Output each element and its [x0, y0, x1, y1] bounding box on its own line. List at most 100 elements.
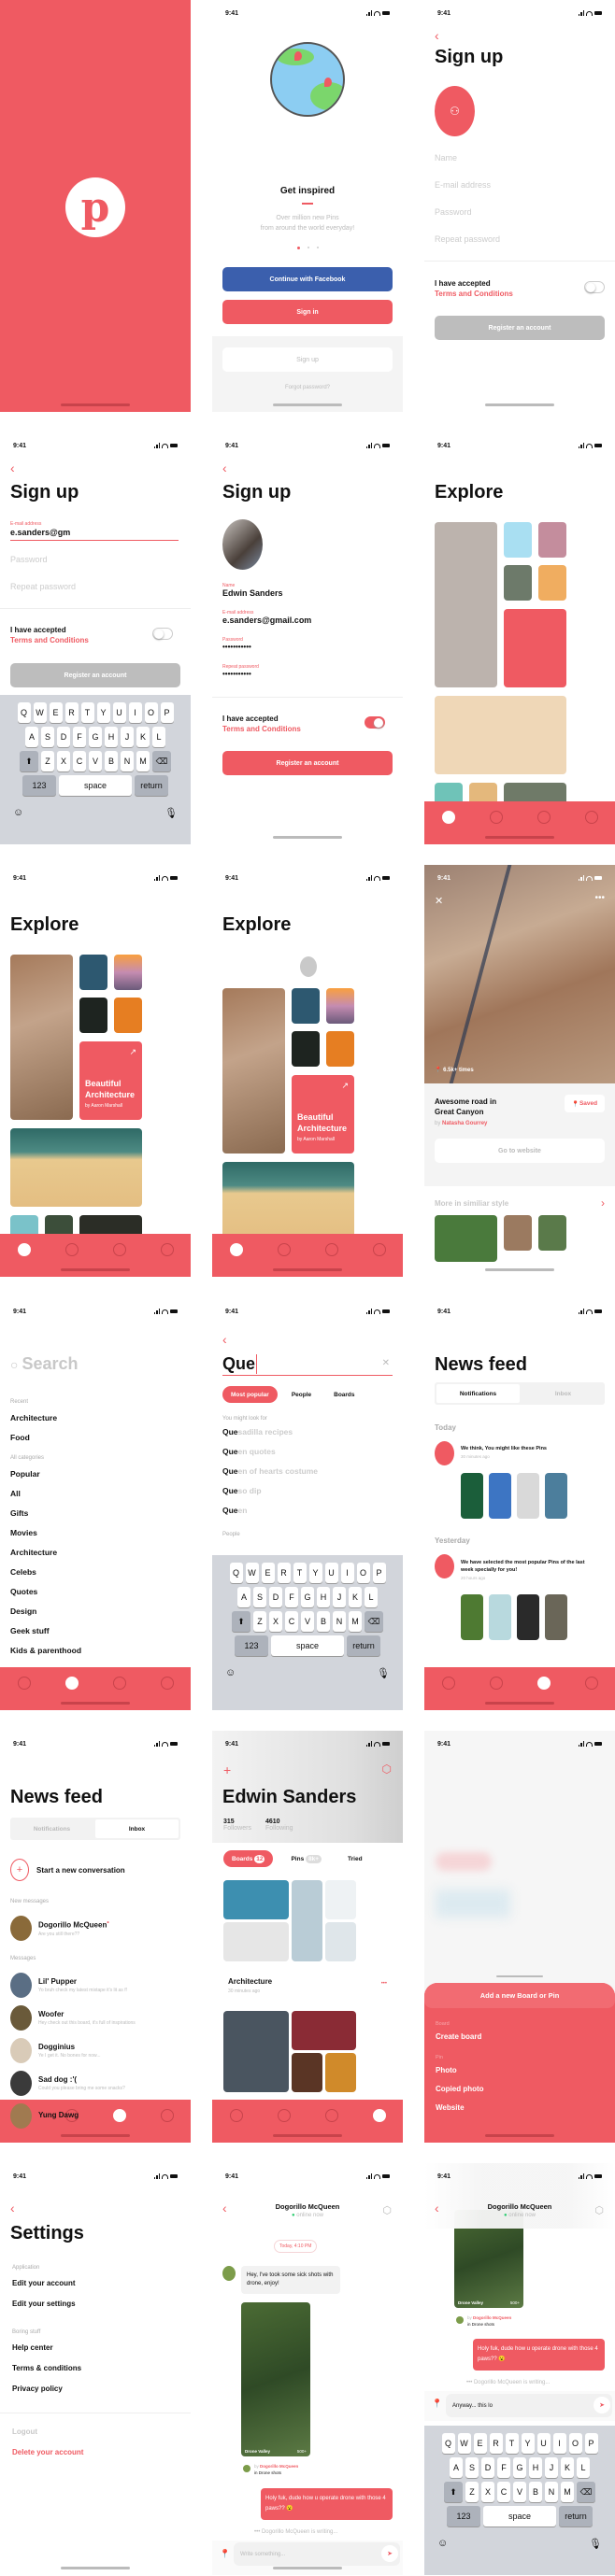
key[interactable]: R	[489, 2433, 503, 2454]
more-options-icon[interactable]: •••	[594, 893, 605, 903]
send-icon[interactable]: ➤	[381, 2545, 398, 2562]
key[interactable]: L	[577, 2457, 590, 2478]
register-button[interactable]: Register an account	[10, 663, 180, 687]
key[interactable]: O	[356, 1563, 370, 1583]
shared-pin[interactable]: Drone Valley 500+	[241, 2302, 310, 2456]
key[interactable]: I	[340, 1563, 354, 1583]
key[interactable]: Y	[308, 1563, 322, 1583]
suggestion-item[interactable]: Quesadilla recipes	[222, 1427, 318, 1437]
key[interactable]: H	[529, 2457, 542, 2478]
key[interactable]: T	[293, 1563, 307, 1583]
new-conversation-button[interactable]: + Start a new conversation	[10, 1859, 125, 1881]
space-key[interactable]: space	[271, 1635, 344, 1656]
key[interactable]: C	[73, 751, 86, 771]
key[interactable]: B	[105, 751, 118, 771]
add-photo-button[interactable]: ⚇	[435, 86, 475, 136]
key[interactable]: X	[269, 1611, 282, 1632]
similar-pin[interactable]	[504, 1215, 532, 1251]
key[interactable]: T	[80, 702, 94, 723]
featured-card[interactable]: ↗ Beautiful Architecture by Aaron Marshal…	[79, 1041, 142, 1120]
page-dots[interactable]	[212, 247, 403, 249]
return-key[interactable]: return	[559, 2506, 593, 2526]
clear-icon[interactable]: ✕	[382, 1358, 390, 1368]
tab-messages-icon[interactable]	[324, 1243, 338, 1256]
email-input[interactable]: e.sanders@gmail.com	[222, 616, 311, 625]
pin-dark[interactable]	[79, 998, 107, 1033]
key[interactable]: Y	[96, 702, 110, 723]
terms-toggle[interactable]	[152, 628, 173, 640]
message-row[interactable]: Dogorillo McQueen• Are you still there??	[10, 1916, 183, 1941]
numbers-key[interactable]: 123	[447, 2506, 480, 2526]
key[interactable]: Z	[465, 2482, 479, 2502]
edit-account-item[interactable]: Edit your account	[12, 2279, 76, 2287]
delete-key[interactable]: ⌫	[577, 2482, 595, 2502]
key[interactable]: J	[333, 1587, 346, 1607]
key[interactable]: Q	[17, 702, 31, 723]
board-thumb[interactable]	[325, 1880, 356, 1919]
profile-avatar[interactable]	[222, 519, 263, 570]
pin-thumb[interactable]	[461, 1473, 483, 1519]
forgot-password-link[interactable]: Forgot password?	[212, 385, 403, 390]
emoji-icon[interactable]: ☺	[225, 1667, 236, 1679]
tab-profile-icon[interactable]	[584, 1677, 598, 1690]
pin-peacock[interactable]	[79, 955, 107, 990]
key[interactable]: J	[121, 727, 134, 747]
board-more-icon[interactable]: •••	[381, 1981, 387, 1987]
shift-key[interactable]: ⬆	[20, 751, 38, 771]
key[interactable]: D	[57, 727, 70, 747]
back-icon[interactable]: ‹	[222, 1332, 227, 1347]
message-input[interactable]: Write something...	[234, 2542, 400, 2566]
key[interactable]: U	[324, 1563, 338, 1583]
key[interactable]: R	[277, 1563, 291, 1583]
pin-sunset[interactable]	[326, 988, 354, 1024]
tab-search-icon[interactable]	[64, 1677, 79, 1690]
emoji-icon[interactable]: ☺	[437, 2538, 448, 2550]
key[interactable]: E	[49, 702, 63, 723]
key[interactable]: K	[561, 2457, 574, 2478]
key[interactable]: T	[505, 2433, 519, 2454]
password-field[interactable]: Password	[435, 207, 472, 217]
numbers-key[interactable]: 123	[22, 775, 56, 796]
filter-boards[interactable]: Boards	[325, 1386, 363, 1403]
tab-messages-icon[interactable]	[536, 1677, 551, 1690]
suggestion-item[interactable]: Queso dip	[222, 1486, 318, 1495]
key[interactable]: L	[365, 1587, 378, 1607]
tab-home-icon[interactable]	[441, 811, 455, 824]
key[interactable]: N	[333, 1611, 346, 1632]
category-item[interactable]: Popular	[10, 1469, 191, 1479]
key[interactable]: X	[481, 2482, 494, 2502]
key[interactable]: F	[73, 727, 86, 747]
tab-messages-icon[interactable]	[536, 811, 551, 824]
key[interactable]: P	[372, 1563, 386, 1583]
board-thumb[interactable]	[292, 1880, 322, 1961]
tab-profile-icon[interactable]	[584, 811, 598, 824]
email-input[interactable]: e.sanders@gm	[10, 528, 70, 537]
category-item[interactable]: Geek stuff	[10, 1626, 191, 1635]
message-row[interactable]: Lil' Pupper Yo bruh check my latest mixta…	[10, 1973, 183, 1998]
key[interactable]: C	[497, 2482, 510, 2502]
key[interactable]: N	[545, 2482, 558, 2502]
filter-people[interactable]: People	[283, 1386, 320, 1403]
board-thumb[interactable]	[325, 2053, 356, 2092]
pin-beach[interactable]	[222, 1162, 354, 1240]
category-item[interactable]: Quotes	[10, 1587, 191, 1596]
keyboard[interactable]: QWERTYUIOP ASDFGHJKL ⬆ Z X C V B N M ⌫ 123 space r…	[424, 2426, 615, 2575]
notification-text[interactable]: We have selected the most popular Pins o…	[461, 1559, 592, 1574]
category-item[interactable]: Gifts	[10, 1508, 191, 1518]
space-key[interactable]: space	[483, 2506, 556, 2526]
back-icon[interactable]: ‹	[10, 2201, 15, 2215]
tab-inbox[interactable]: Inbox	[522, 1382, 605, 1405]
back-icon[interactable]: ‹	[435, 28, 439, 43]
featured-card[interactable]: ↗ Beautiful Architecture by Aaron Marshal…	[292, 1075, 354, 1154]
sheet-handle[interactable]	[496, 1975, 543, 1977]
key[interactable]: M	[349, 1611, 362, 1632]
search-query-input[interactable]: Que	[222, 1354, 258, 1374]
key[interactable]: O	[568, 2433, 582, 2454]
board-thumb[interactable]	[292, 2053, 322, 2092]
key[interactable]: M	[561, 2482, 574, 2502]
terms-link[interactable]: Terms and Conditions	[222, 725, 301, 733]
name-input[interactable]: Edwin Sanders	[222, 588, 283, 598]
key[interactable]: H	[317, 1587, 330, 1607]
tab-profile-icon[interactable]	[372, 1243, 386, 1256]
settings-icon[interactable]: ⬡	[382, 2204, 392, 2216]
